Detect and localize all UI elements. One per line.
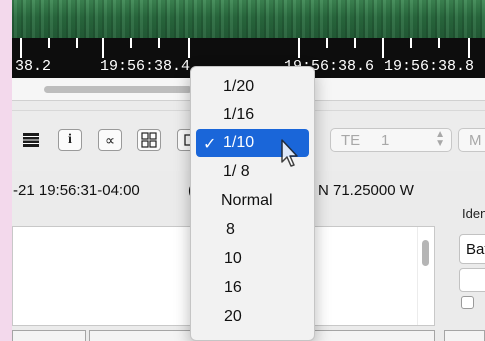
mouse-pointer-icon [281,139,298,167]
alpha-icon: ∝ [104,131,115,148]
timeline-tick [410,38,412,48]
speed-menu-item-label: 8 [226,221,235,238]
timeline-tick [438,38,440,48]
scrollbar-thumb[interactable] [422,240,429,266]
chevron-updown-icon: ▲ ▼ [435,129,445,149]
coordinates-text: N 71.25000 W [318,182,414,199]
speed-menu-item-label: 16 [224,279,242,296]
speed-menu-item-label: 1/16 [223,106,255,123]
timeline-label: 19:56:38.4 [100,58,191,75]
identifier-label: Iden [462,206,485,221]
timeline-tick [130,38,132,48]
alpha-button[interactable]: ∝ [98,129,122,151]
speed-menu: 1/20 1/16 ✓ 1/10 1/ 8 Normal 8 10 16 20 [190,66,315,341]
list-icon [23,133,39,147]
speed-menu-item[interactable]: 8 [196,216,309,244]
timeline-label: 19:56:38.8 [384,58,475,75]
speed-menu-item-label: Normal [221,192,273,209]
timeline-tick [468,38,470,58]
speed-menu-item[interactable]: 1/20 [196,73,309,101]
speed-menu-item[interactable]: 10 [196,245,309,273]
timeline-tick [298,38,300,58]
list-button[interactable] [19,129,43,151]
speed-menu-item-label: 20 [224,308,242,325]
grid-digits-button[interactable] [137,129,161,151]
m-select[interactable]: M [458,128,485,152]
timeline-tick [354,38,356,48]
identifier-field[interactable]: Bat [459,234,485,264]
timeline-tick [158,38,160,48]
speed-menu-item[interactable]: Normal [196,187,309,215]
m-select-label: M [469,132,482,149]
timestamp-text: -21 19:56:31-04:00 [13,182,140,199]
identifier-checkbox[interactable] [461,296,474,309]
te-select-label: TE [341,132,361,149]
speed-menu-item-label: 1/ 8 [223,163,250,180]
identifier-secondary-field[interactable] [459,268,485,292]
identifier-field-value: Bat [466,241,485,258]
speed-menu-item[interactable]: 16 [196,274,309,302]
te-select[interactable]: TE 1 ▲ ▼ [330,128,452,152]
te-select-value: 1 [381,132,390,149]
spectrogram-view[interactable] [12,0,485,38]
bottom-panel-cell[interactable] [12,330,86,341]
speed-menu-item[interactable]: 20 [196,303,309,331]
timeline-tick [20,38,22,58]
timeline-label: :38.2 [12,58,52,75]
timeline-tick [382,38,384,58]
checkmark-icon: ✓ [203,136,217,153]
speed-menu-item-label: 1/20 [223,78,255,95]
speed-menu-item-label: 1/10 [223,134,255,151]
timeline-tick [102,38,104,58]
timeline-tick [76,38,78,48]
speed-menu-item[interactable]: 1/16 [196,101,309,129]
info-button[interactable]: i [58,129,82,151]
bottom-panel-cell[interactable] [444,330,485,341]
timeline-tick [326,38,328,48]
timeline-tick [188,38,190,58]
timeline-tick [48,38,50,48]
scrollbar-thumb[interactable] [44,86,192,93]
grid-digits-icon [141,132,157,148]
info-icon: i [68,132,72,147]
speed-menu-item-label: 10 [224,250,242,267]
